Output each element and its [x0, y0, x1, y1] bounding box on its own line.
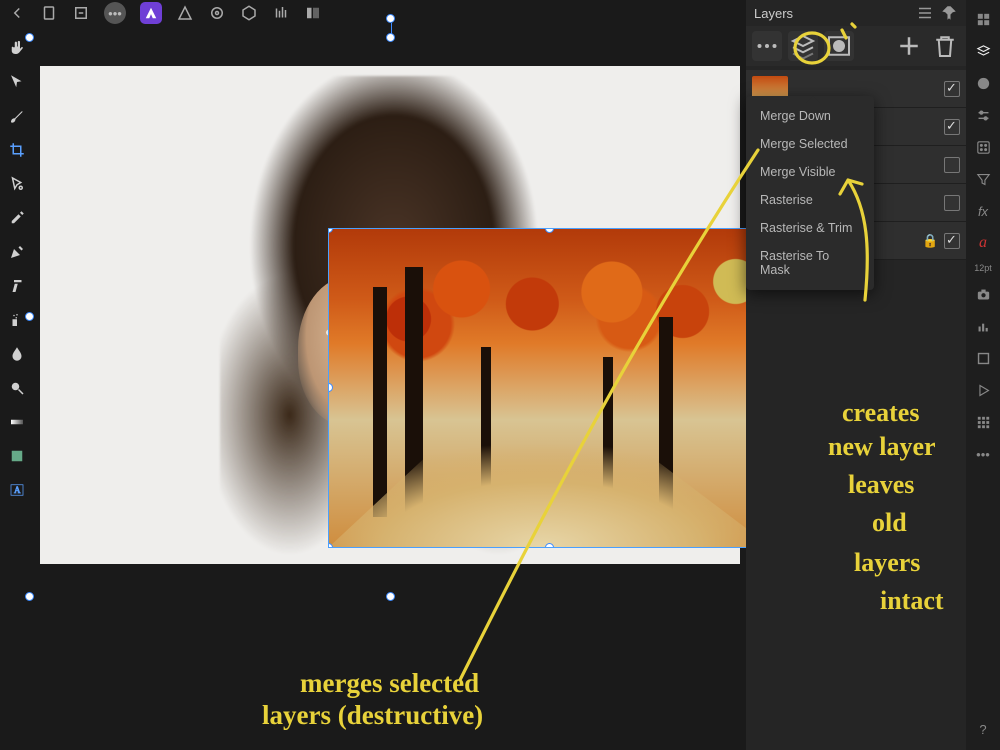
persona-liquify-icon[interactable] — [176, 4, 194, 22]
merge-context-menu: Merge Down Merge Selected Merge Visible … — [746, 96, 874, 290]
layer-visibility-checkbox[interactable] — [944, 157, 960, 173]
rail-swatch-icon[interactable] — [972, 8, 994, 30]
rail-help-icon[interactable]: ? — [972, 718, 994, 740]
layer-visibility-checkbox[interactable] — [944, 81, 960, 97]
svg-text:A: A — [14, 485, 21, 495]
menu-rasterise-mask[interactable]: Rasterise To Mask — [746, 242, 874, 284]
resize-handle[interactable] — [328, 383, 333, 392]
rail-histogram-icon[interactable] — [972, 315, 994, 337]
rail-fx-icon[interactable]: fx — [972, 200, 994, 222]
panel-pin-icon[interactable] — [940, 4, 958, 22]
canvas[interactable] — [36, 28, 746, 616]
lock-icon: 🔒 — [922, 233, 936, 249]
menu-rasterise[interactable]: Rasterise — [746, 186, 874, 214]
document-icon[interactable] — [40, 4, 58, 22]
annotation-text: layers (destructive) — [262, 700, 483, 731]
layer-add-icon[interactable] — [894, 31, 924, 61]
app-icon[interactable] — [140, 2, 162, 24]
menu-merge-visible[interactable]: Merge Visible — [746, 158, 874, 186]
rail-camera-icon[interactable] — [972, 283, 994, 305]
text-tool-icon[interactable]: A — [5, 478, 29, 502]
right-rail: fx a 12pt ••• ? — [966, 0, 1000, 750]
brush-tool-icon[interactable] — [5, 104, 29, 128]
crop-tool-icon[interactable] — [5, 138, 29, 162]
layer-merge-icon[interactable] — [788, 31, 818, 61]
menu-merge-down[interactable]: Merge Down — [746, 102, 874, 130]
export-icon[interactable] — [72, 4, 90, 22]
menu-rasterise-trim[interactable]: Rasterise & Trim — [746, 214, 874, 242]
layers-header: Layers — [746, 0, 966, 26]
resize-handle[interactable] — [386, 33, 395, 42]
move-tool-icon[interactable] — [5, 70, 29, 94]
hand-tool-icon[interactable] — [5, 36, 29, 60]
more-icon[interactable]: ••• — [104, 2, 126, 24]
rail-adjust-icon[interactable] — [972, 104, 994, 126]
resize-handle[interactable] — [545, 543, 554, 548]
rail-color-icon[interactable] — [972, 72, 994, 94]
rail-dice-icon[interactable] — [972, 136, 994, 158]
rail-grid-icon[interactable] — [972, 411, 994, 433]
annotation-text: merges selected — [300, 668, 479, 699]
rail-text-icon[interactable]: a — [972, 232, 994, 254]
persona-tone-icon[interactable] — [240, 4, 258, 22]
clone-tool-icon[interactable] — [5, 274, 29, 298]
layer-visibility-checkbox[interactable] — [944, 195, 960, 211]
menu-merge-selected[interactable]: Merge Selected — [746, 130, 874, 158]
rail-crop2-icon[interactable] — [972, 347, 994, 369]
spray-tool-icon[interactable] — [5, 308, 29, 332]
rail-funnel-icon[interactable] — [972, 168, 994, 190]
tools-column: A — [0, 30, 34, 618]
dodge-tool-icon[interactable] — [5, 376, 29, 400]
pen-tool-icon[interactable] — [5, 240, 29, 264]
back-arrow-icon[interactable] — [8, 4, 26, 22]
rail-layers-icon[interactable] — [972, 40, 994, 62]
rail-ellipsis-icon[interactable]: ••• — [972, 443, 994, 465]
layer-visibility-checkbox[interactable] — [944, 119, 960, 135]
layer-more-icon[interactable] — [752, 31, 782, 61]
shape-tool-icon[interactable] — [5, 444, 29, 468]
panel-list-icon[interactable] — [916, 4, 934, 22]
layer-visibility-checkbox[interactable] — [944, 233, 960, 249]
top-toolbar: ••• — [0, 0, 746, 26]
gradient-tool-icon[interactable] — [5, 410, 29, 434]
persona-develop-icon[interactable] — [208, 4, 226, 22]
resize-handle[interactable] — [386, 592, 395, 601]
rail-play-icon[interactable] — [972, 379, 994, 401]
smudge-tool-icon[interactable] — [5, 342, 29, 366]
layer-actions — [746, 26, 966, 66]
selection-tool-icon[interactable] — [5, 172, 29, 196]
rail-pt-label: 12pt — [974, 264, 992, 273]
autumn-image-layer[interactable] — [328, 228, 772, 548]
layer-delete-icon[interactable] — [930, 31, 960, 61]
persona-export-icon[interactable] — [272, 4, 290, 22]
panels-toggle-icon[interactable] — [304, 4, 322, 22]
layers-title: Layers — [754, 6, 793, 21]
layer-mask-icon[interactable] — [824, 31, 854, 61]
resize-handle[interactable] — [328, 543, 333, 548]
color-picker-icon[interactable] — [5, 206, 29, 230]
